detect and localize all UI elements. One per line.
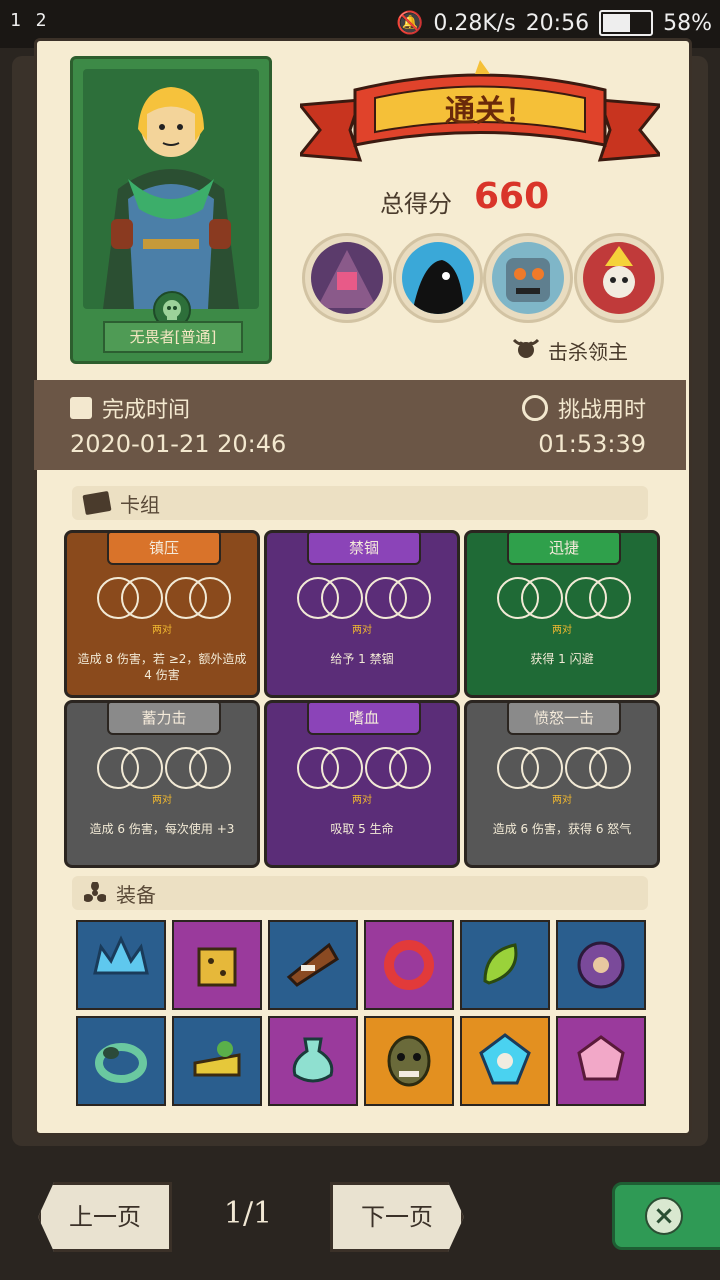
equipment-slot[interactable] xyxy=(172,1016,262,1106)
propeller-icon xyxy=(83,881,107,904)
net-speed: 0.28K/s xyxy=(433,10,516,36)
equipment-slot[interactable] xyxy=(364,920,454,1010)
film-icon xyxy=(70,397,92,419)
deck-card[interactable]: 嗜血两对吸取 5 生命 xyxy=(264,700,460,868)
page-indicator: 1/1 xyxy=(223,1196,273,1231)
card-name: 蓄力击 xyxy=(107,701,221,735)
close-icon: × xyxy=(645,1197,683,1235)
score-label: 总得分 xyxy=(380,190,452,218)
hero-portrait xyxy=(83,69,259,309)
horn-icon xyxy=(286,942,340,987)
dice-slots xyxy=(297,577,431,619)
victory-title: 通关！ xyxy=(445,94,535,129)
equipment-slot[interactable] xyxy=(364,1016,454,1106)
cheese-icon xyxy=(193,1041,241,1077)
equipment-slot[interactable] xyxy=(172,920,262,1010)
kill-label-text: 击杀领主 xyxy=(548,340,628,364)
equipment-slot[interactable] xyxy=(460,920,550,1010)
finish-time-label: 完成时间 xyxy=(102,398,191,423)
mask-icon xyxy=(387,1035,431,1087)
next-page-button[interactable]: 下一页 xyxy=(330,1182,464,1252)
card-name: 愤怒一击 xyxy=(507,701,621,735)
dice-slots xyxy=(97,747,231,789)
emerald-ring-icon xyxy=(95,1043,147,1083)
stopwatch-icon xyxy=(521,395,548,421)
finish-time-value: 2020-01-21 20:46 xyxy=(70,430,287,458)
equipment-slot[interactable] xyxy=(76,920,166,1010)
card-requirement: 两对 xyxy=(352,625,372,636)
battery-percent: 58% xyxy=(663,10,712,36)
boss-portrait xyxy=(574,233,664,323)
crystal-icon xyxy=(577,1035,625,1081)
card-description: 造成 8 伤害，若 ≥2，额外造成 4 伤害 xyxy=(77,652,247,682)
equipment-slot[interactable] xyxy=(76,1016,166,1106)
challenge-time-value: 01:53:39 xyxy=(538,430,646,458)
deck-card[interactable]: 镇压两对造成 8 伤害，若 ≥2，额外造成 4 伤害 xyxy=(64,530,260,698)
card-description: 获得 1 闪避 xyxy=(530,652,594,666)
equipment-slot[interactable] xyxy=(268,920,358,1010)
signal-indicators: 1 2 xyxy=(10,10,49,31)
boss-portrait xyxy=(393,233,483,323)
boss-portrait xyxy=(302,233,392,323)
card-requirement: 两对 xyxy=(352,795,372,806)
card-name: 迅捷 xyxy=(507,531,621,565)
equipment-slot[interactable] xyxy=(556,1016,646,1106)
dice-icon xyxy=(197,947,237,987)
card-requirement: 两对 xyxy=(552,625,572,636)
hero-name: 无畏者[普通] xyxy=(103,321,243,353)
card-name: 嗜血 xyxy=(307,701,421,735)
shield-icon xyxy=(577,941,625,989)
prev-page-button[interactable]: 上一页 xyxy=(38,1182,172,1252)
card-requirement: 两对 xyxy=(152,795,172,806)
equipment-section-header: 装备 xyxy=(72,876,648,910)
challenge-time-label: 挑战用时 xyxy=(557,398,646,423)
dice-slots xyxy=(497,747,631,789)
dice-slots xyxy=(497,577,631,619)
card-requirement: 两对 xyxy=(552,795,572,806)
hero-card: 无畏者[普通] xyxy=(70,56,272,364)
equipment-slot[interactable] xyxy=(556,920,646,1010)
card-name: 禁锢 xyxy=(307,531,421,565)
deck-card[interactable]: 禁锢两对给予 1 禁锢 xyxy=(264,530,460,698)
potion-icon xyxy=(292,1037,334,1083)
close-button[interactable]: × xyxy=(612,1182,720,1250)
card-description: 造成 6 伤害，每次使用 +3 xyxy=(89,822,235,836)
score-value: 660 xyxy=(474,176,550,217)
dice-slots xyxy=(297,747,431,789)
card-description: 造成 6 伤害，获得 6 怒气 xyxy=(492,822,632,836)
equipment-slot[interactable] xyxy=(268,1016,358,1106)
leaf-icon xyxy=(483,943,518,985)
card-name: 镇压 xyxy=(107,531,221,565)
clock: 20:56 xyxy=(525,10,590,36)
gem-skull-icon xyxy=(479,1033,531,1085)
card-description: 吸取 5 生命 xyxy=(330,822,394,836)
horned-skull-icon xyxy=(512,336,540,365)
equipment-title: 装备 xyxy=(116,882,156,907)
deck-card[interactable]: 愤怒一击两对造成 6 伤害，获得 6 怒气 xyxy=(464,700,660,868)
ring-icon xyxy=(384,940,434,990)
dice-slots xyxy=(97,577,231,619)
card-description: 给予 1 禁锢 xyxy=(330,652,394,666)
kill-boss-label: 击杀领主 xyxy=(512,336,628,365)
time-band: 完成时间 2020-01-21 20:46 挑战用时 01:53:39 xyxy=(34,380,686,470)
deck-card[interactable]: 蓄力击两对造成 6 伤害，每次使用 +3 xyxy=(64,700,260,868)
boss-portrait xyxy=(483,233,573,323)
mute-icon: 🔕 xyxy=(395,10,424,36)
deck-section-header: 卡组 xyxy=(72,486,648,520)
deck-card[interactable]: 迅捷两对获得 1 闪避 xyxy=(464,530,660,698)
battery-icon xyxy=(599,10,654,36)
equipment-slot[interactable] xyxy=(460,1016,550,1106)
cards-icon xyxy=(82,490,112,516)
card-requirement: 两对 xyxy=(152,625,172,636)
deck-title: 卡组 xyxy=(120,492,160,517)
crown-icon xyxy=(93,935,149,975)
